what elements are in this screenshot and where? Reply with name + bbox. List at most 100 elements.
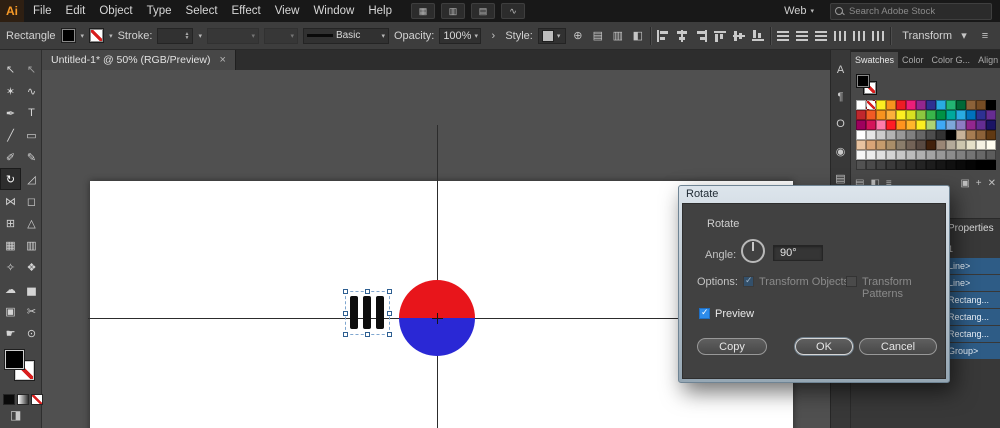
shape-mode-icon[interactable]: ◧ bbox=[631, 29, 645, 43]
swatch[interactable] bbox=[856, 120, 866, 130]
swatch[interactable] bbox=[886, 100, 896, 110]
distribute-center-icon[interactable] bbox=[851, 29, 866, 42]
selection-handle[interactable] bbox=[387, 311, 392, 316]
rectangle-tool[interactable]: ▭ bbox=[21, 124, 42, 146]
style-dropdown[interactable]: ▾ bbox=[537, 27, 566, 44]
appearance-panel-icon[interactable]: ◉ bbox=[832, 143, 850, 159]
screen-mode-button[interactable]: ◨ bbox=[10, 408, 21, 422]
swatch[interactable] bbox=[936, 110, 946, 120]
align-center-icon[interactable] bbox=[674, 29, 689, 42]
stroke-chevron-icon[interactable]: ▾ bbox=[109, 32, 113, 40]
swatch[interactable] bbox=[986, 140, 996, 150]
swatch[interactable] bbox=[866, 150, 876, 160]
selection-handle[interactable] bbox=[343, 311, 348, 316]
selection-handle[interactable] bbox=[387, 332, 392, 337]
swatch[interactable] bbox=[956, 100, 966, 110]
swatch[interactable] bbox=[906, 160, 916, 170]
swatch[interactable] bbox=[906, 150, 916, 160]
swatch[interactable] bbox=[876, 150, 886, 160]
swatch[interactable] bbox=[866, 110, 876, 120]
menu-view[interactable]: View bbox=[268, 0, 307, 22]
selection-handle[interactable] bbox=[365, 289, 370, 294]
swatch[interactable] bbox=[926, 150, 936, 160]
swatch[interactable] bbox=[956, 120, 966, 130]
swatch[interactable] bbox=[916, 160, 926, 170]
swatch[interactable] bbox=[956, 110, 966, 120]
swatch[interactable] bbox=[976, 110, 986, 120]
stroke-weight-chevron-icon[interactable]: ▾ bbox=[198, 32, 202, 40]
new-color-group-icon[interactable]: ▣ bbox=[960, 178, 969, 189]
eyedropper-tool[interactable]: ✧ bbox=[0, 256, 21, 278]
swatch[interactable] bbox=[976, 120, 986, 130]
swatch[interactable] bbox=[986, 150, 996, 160]
swatch[interactable] bbox=[936, 120, 946, 130]
align-middle-icon[interactable] bbox=[731, 29, 746, 42]
free-transform-tool[interactable]: ◻ bbox=[21, 190, 42, 212]
swatch[interactable] bbox=[966, 120, 976, 130]
align-right-icon[interactable] bbox=[693, 29, 708, 42]
hand-tool[interactable]: ☛ bbox=[0, 322, 21, 344]
zoom-tool[interactable]: ⊙ bbox=[21, 322, 42, 344]
swatch[interactable] bbox=[976, 140, 986, 150]
blend-tool[interactable]: ❖ bbox=[21, 256, 42, 278]
swatch[interactable] bbox=[956, 150, 966, 160]
swatch[interactable] bbox=[916, 140, 926, 150]
selection-handle[interactable] bbox=[387, 289, 392, 294]
selection-handle[interactable] bbox=[343, 332, 348, 337]
fill-swatch[interactable] bbox=[5, 350, 24, 369]
swatch[interactable] bbox=[856, 160, 866, 170]
swatch[interactable] bbox=[876, 140, 886, 150]
swatch[interactable] bbox=[986, 100, 996, 110]
swatch[interactable] bbox=[886, 150, 896, 160]
swatch[interactable] bbox=[976, 130, 986, 140]
swatch[interactable] bbox=[866, 160, 876, 170]
graphic-styles-panel-icon[interactable]: ▤ bbox=[832, 170, 850, 186]
tab-align[interactable]: Align bbox=[974, 52, 1000, 68]
gradient-tool[interactable]: ▥ bbox=[21, 234, 42, 256]
distribute-left-icon[interactable] bbox=[832, 29, 847, 42]
menu-file[interactable]: File bbox=[26, 0, 59, 22]
slice-tool[interactable]: ✂ bbox=[21, 300, 42, 322]
fill-chevron-icon[interactable]: ▾ bbox=[81, 32, 85, 40]
menu-select[interactable]: Select bbox=[179, 0, 225, 22]
swatch[interactable] bbox=[876, 120, 886, 130]
swatch[interactable] bbox=[986, 130, 996, 140]
swatch[interactable] bbox=[866, 120, 876, 130]
swatch[interactable] bbox=[926, 160, 936, 170]
menu-window[interactable]: Window bbox=[306, 0, 361, 22]
swatch[interactable] bbox=[896, 130, 906, 140]
line-segment-tool[interactable]: ╱ bbox=[0, 124, 21, 146]
artboard-tool[interactable]: ▣ bbox=[0, 300, 21, 322]
transform-objects-checkbox[interactable] bbox=[743, 275, 754, 287]
direct-selection-tool[interactable]: ↖ bbox=[21, 58, 42, 80]
mesh-tool[interactable]: ▦ bbox=[0, 234, 21, 256]
transform-label[interactable]: Transform bbox=[902, 30, 952, 42]
swatch[interactable] bbox=[926, 110, 936, 120]
swatch[interactable] bbox=[946, 120, 956, 130]
rotate-dial-icon[interactable] bbox=[741, 239, 765, 263]
swatch[interactable] bbox=[966, 150, 976, 160]
selected-bars-object[interactable] bbox=[343, 289, 392, 337]
swatch[interactable] bbox=[966, 130, 976, 140]
swatch[interactable] bbox=[876, 100, 886, 110]
swatch[interactable] bbox=[896, 140, 906, 150]
swatch[interactable] bbox=[916, 130, 926, 140]
symbol-sprayer-tool[interactable]: ☁ bbox=[0, 278, 21, 300]
swatch[interactable] bbox=[856, 100, 866, 110]
swatch[interactable] bbox=[936, 140, 946, 150]
distribute-bottom-icon[interactable] bbox=[813, 29, 828, 42]
swatch[interactable] bbox=[886, 120, 896, 130]
preferences-icon[interactable]: ▤ bbox=[591, 29, 605, 43]
panel-fill-swatch[interactable] bbox=[856, 74, 870, 88]
swatch[interactable] bbox=[916, 120, 926, 130]
swatch[interactable] bbox=[906, 140, 916, 150]
swatch[interactable] bbox=[966, 160, 976, 170]
rotate-tool[interactable]: ↻ bbox=[0, 168, 21, 190]
swatch[interactable] bbox=[946, 150, 956, 160]
transform-patterns-checkbox[interactable] bbox=[846, 276, 857, 287]
swatch[interactable] bbox=[896, 150, 906, 160]
swatch[interactable] bbox=[946, 140, 956, 150]
swatch[interactable] bbox=[966, 100, 976, 110]
swatch[interactable] bbox=[966, 110, 976, 120]
delete-swatch-icon[interactable]: ✕ bbox=[988, 178, 996, 189]
